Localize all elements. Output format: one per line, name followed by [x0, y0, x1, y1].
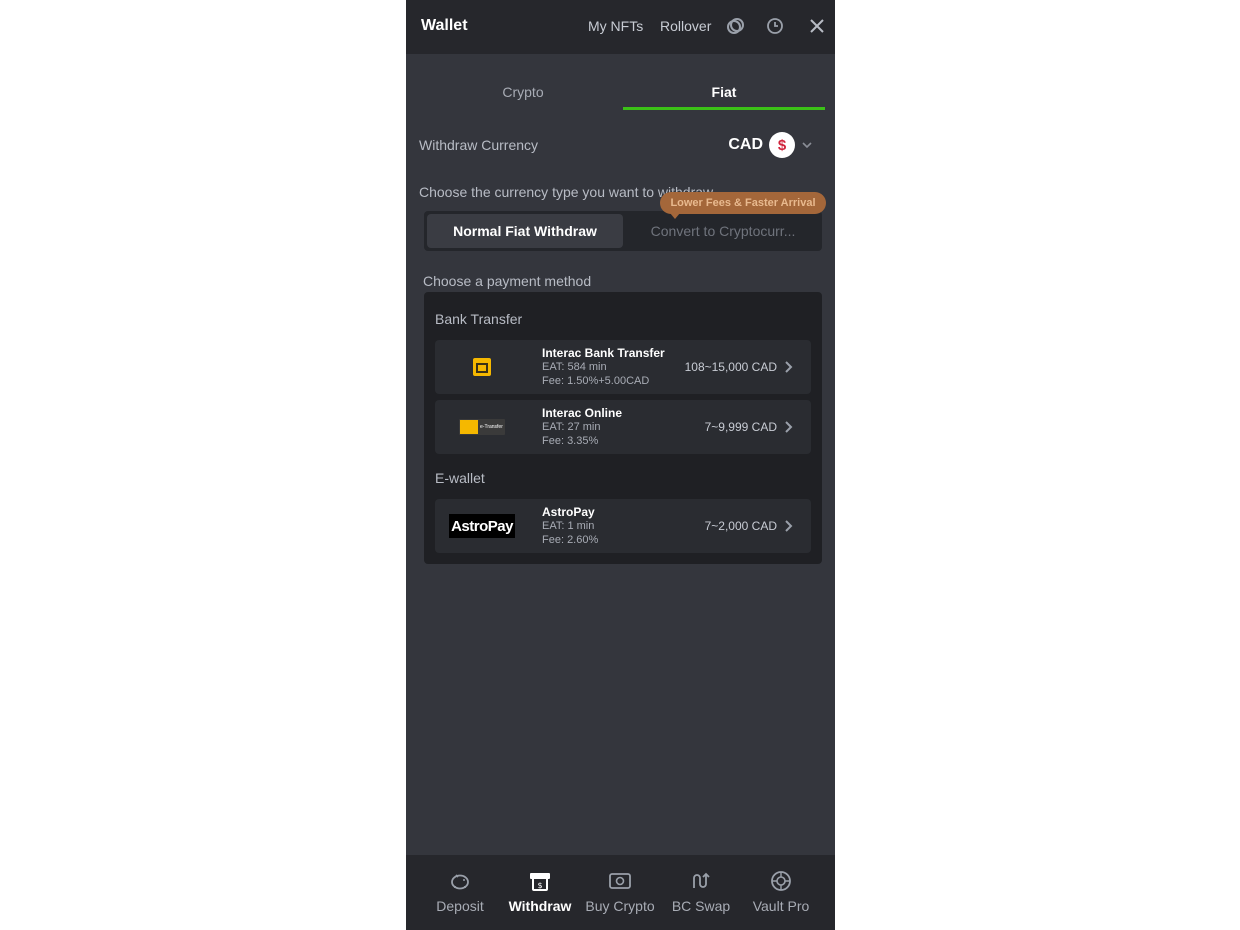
tab-fiat[interactable]: Fiat — [623, 82, 825, 110]
rollover-link[interactable]: Rollover — [660, 18, 711, 34]
nav-withdraw[interactable]: $ Withdraw — [498, 855, 582, 930]
method-eat: EAT: 584 min — [542, 361, 607, 373]
close-icon[interactable] — [807, 16, 827, 36]
method-fee: Fee: 1.50%+5.00CAD — [542, 375, 650, 387]
wallet-panel: Wallet My NFTs Rollover Crypto Fiat With… — [406, 0, 835, 930]
chevron-right-icon — [782, 358, 796, 376]
group-title-bank-transfer: Bank Transfer — [435, 311, 523, 327]
method-name: AstroPay — [542, 505, 595, 519]
method-interac-bank-transfer[interactable]: Interac Bank Transfer EAT: 584 min Fee: … — [435, 340, 811, 394]
wallet-title: Wallet — [421, 17, 468, 34]
method-eat: EAT: 1 min — [542, 520, 595, 532]
cash-icon — [608, 869, 632, 893]
history-clock-icon[interactable] — [765, 16, 785, 36]
method-name: Interac Online — [542, 406, 623, 420]
withdraw-icon: $ — [528, 869, 552, 893]
bottom-nav: Deposit $ Withdraw Buy Crypto BC Swap Va… — [406, 855, 835, 930]
interac-etransfer-logo: e-Transfer — [449, 412, 515, 442]
method-name: Interac Bank Transfer — [542, 346, 665, 360]
withdraw-type-segmented: Normal Fiat Withdraw Convert to Cryptocu… — [424, 211, 822, 251]
wallet-header: Wallet My NFTs Rollover — [406, 0, 835, 54]
vault-coin-icon[interactable] — [726, 16, 746, 36]
chevron-right-icon — [782, 418, 796, 436]
method-fee: Fee: 3.35% — [542, 435, 599, 447]
method-fee: Fee: 2.60% — [542, 534, 599, 546]
method-interac-online[interactable]: e-Transfer Interac Online EAT: 27 min Fe… — [435, 400, 811, 454]
interac-logo — [449, 352, 515, 382]
piggy-bank-icon — [448, 869, 472, 893]
method-eat: EAT: 27 min — [542, 421, 601, 433]
withdraw-currency-label: Withdraw Currency — [419, 137, 539, 153]
cad-coin-icon: $ — [769, 132, 795, 158]
method-range: 7~2,000 CAD — [704, 519, 777, 533]
astropay-logo: AstroPay — [449, 511, 515, 541]
method-range: 108~15,000 CAD — [684, 360, 777, 374]
currency-code: CAD — [728, 136, 763, 153]
swap-icon — [689, 869, 713, 893]
promo-badge: Lower Fees & Faster Arrival — [660, 192, 826, 214]
currency-tabs: Crypto Fiat — [422, 82, 826, 112]
nav-vault-pro[interactable]: Vault Pro — [739, 855, 823, 930]
convert-to-crypto-option[interactable]: Convert to Cryptocurr... — [629, 214, 817, 248]
nav-bc-swap[interactable]: BC Swap — [659, 855, 743, 930]
my-nfts-link[interactable]: My NFTs — [588, 18, 643, 34]
chevron-right-icon — [782, 517, 796, 535]
payment-method-prompt: Choose a payment method — [423, 273, 592, 289]
currency-select[interactable]: CAD $ — [728, 132, 813, 158]
vault-icon — [769, 869, 793, 893]
tab-crypto[interactable]: Crypto — [422, 82, 624, 110]
chevron-down-icon — [801, 139, 813, 151]
nav-buy-crypto[interactable]: Buy Crypto — [578, 855, 662, 930]
nav-deposit[interactable]: Deposit — [418, 855, 502, 930]
group-title-e-wallet: E-wallet — [435, 470, 485, 486]
payment-methods-card: Bank Transfer Interac Bank Transfer EAT:… — [424, 292, 822, 564]
normal-fiat-withdraw-option[interactable]: Normal Fiat Withdraw — [427, 214, 623, 248]
method-astropay[interactable]: AstroPay AstroPay EAT: 1 min Fee: 2.60% … — [435, 499, 811, 553]
promo-badge-pointer — [670, 213, 680, 219]
svg-text:$: $ — [537, 881, 542, 890]
method-range: 7~9,999 CAD — [704, 420, 777, 434]
